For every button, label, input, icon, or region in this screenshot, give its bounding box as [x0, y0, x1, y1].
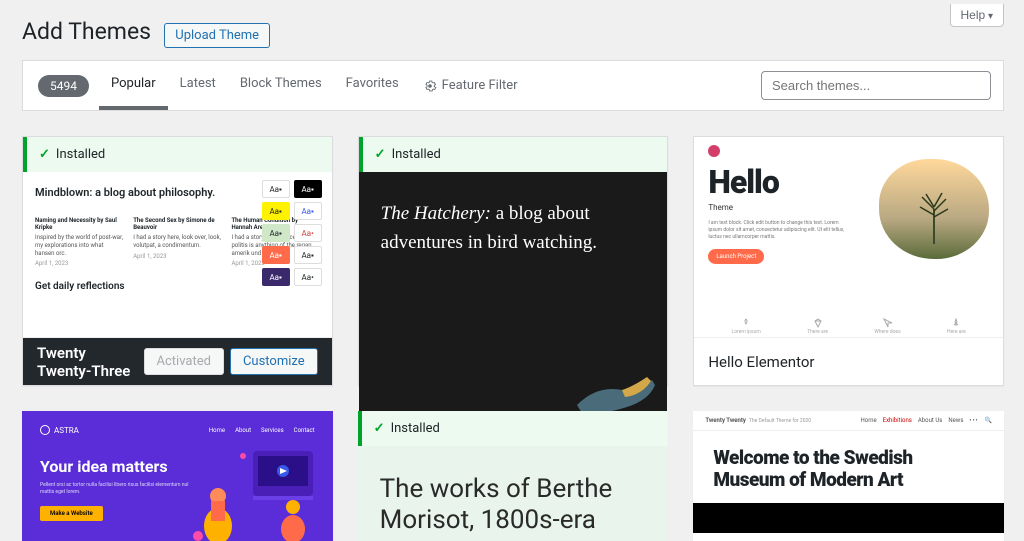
theme-card[interactable]: ✓ Installed The works of Berthe Morisot,…	[358, 411, 669, 541]
tab-favorites[interactable]: Favorites	[334, 61, 411, 110]
theme-count-badge: 5494	[38, 75, 89, 97]
help-button[interactable]: Help	[950, 4, 1005, 27]
gear-icon	[423, 79, 437, 93]
tab-block-themes[interactable]: Block Themes	[228, 61, 334, 110]
theme-card[interactable]: ✓ Installed Aa▪ Aa▪ Aa▪ Aa▪ Aa▪ Aa• Aa▪ …	[22, 136, 333, 386]
customize-button[interactable]: Customize	[230, 348, 318, 375]
theme-name: Twenty Twenty-Three	[37, 344, 144, 380]
search-input[interactable]	[761, 71, 991, 100]
tab-popular[interactable]: Popular	[99, 61, 168, 110]
theme-name: Hello Elementor	[708, 353, 814, 371]
installed-badge: ✓ Installed	[358, 411, 669, 446]
theme-preview: The Hatchery: a blog about adventures in…	[359, 172, 668, 420]
theme-preview: Aa▪ Aa▪ Aa▪ Aa▪ Aa▪ Aa• Aa▪ Aa▪ Aa▪ Aa• …	[23, 172, 332, 337]
tab-latest[interactable]: Latest	[168, 61, 228, 110]
page-title: Add Themes	[22, 18, 151, 45]
theme-preview: Hello Theme I am text block. Click edit …	[694, 137, 1003, 337]
check-icon: ✓	[39, 147, 50, 162]
upload-theme-button[interactable]: Upload Theme	[164, 23, 270, 48]
feature-filter-label: Feature Filter	[442, 78, 518, 93]
theme-card[interactable]: Hello Theme I am text block. Click edit …	[693, 136, 1004, 386]
check-icon: ✓	[374, 421, 385, 436]
theme-preview: ASTRA HomeAboutServicesContact Your idea…	[22, 411, 333, 541]
theme-card[interactable]: ✓ Installed The Hatchery: a blog about a…	[358, 136, 669, 386]
feature-filter-button[interactable]: Feature Filter	[411, 78, 530, 93]
theme-preview: The works of Berthe Morisot, 1800s-era	[358, 446, 669, 541]
activated-button: Activated	[144, 348, 224, 375]
theme-card[interactable]: Twenty Twenty The Default Theme for 2020…	[693, 411, 1004, 541]
theme-card[interactable]: ASTRA HomeAboutServicesContact Your idea…	[22, 411, 333, 541]
theme-preview: Twenty Twenty The Default Theme for 2020…	[693, 411, 1004, 541]
installed-badge: ✓ Installed	[23, 137, 332, 172]
check-icon: ✓	[375, 147, 386, 162]
installed-badge: ✓ Installed	[359, 137, 668, 172]
filter-bar: 5494 Popular Latest Block Themes Favorit…	[22, 60, 1004, 111]
